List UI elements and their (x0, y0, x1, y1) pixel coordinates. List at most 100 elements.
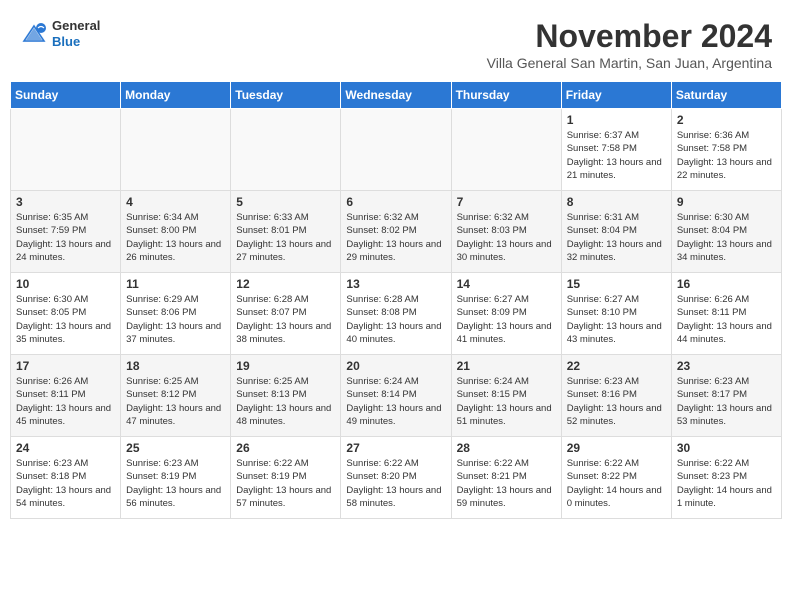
day-number: 18 (126, 359, 225, 373)
calendar-cell: 16 Sunrise: 6:26 AMSunset: 8:11 PMDayligh… (671, 273, 781, 355)
day-info: Sunrise: 6:24 AMSunset: 8:14 PMDaylight:… (346, 375, 445, 428)
calendar-cell: 1 Sunrise: 6:37 AMSunset: 7:58 PMDaylight… (561, 109, 671, 191)
logo-blue: Blue (52, 34, 100, 50)
calendar-cell: 3 Sunrise: 6:35 AMSunset: 7:59 PMDaylight… (11, 191, 121, 273)
day-number: 25 (126, 441, 225, 455)
day-info: Sunrise: 6:27 AMSunset: 8:09 PMDaylight:… (457, 293, 556, 346)
day-number: 20 (346, 359, 445, 373)
day-info: Sunrise: 6:30 AMSunset: 8:04 PMDaylight:… (677, 211, 776, 264)
day-number: 19 (236, 359, 335, 373)
day-info: Sunrise: 6:29 AMSunset: 8:06 PMDaylight:… (126, 293, 225, 346)
day-info: Sunrise: 6:27 AMSunset: 8:10 PMDaylight:… (567, 293, 666, 346)
calendar-cell: 12 Sunrise: 6:28 AMSunset: 8:07 PMDayligh… (231, 273, 341, 355)
day-info: Sunrise: 6:22 AMSunset: 8:21 PMDaylight:… (457, 457, 556, 510)
calendar-week-4: 24 Sunrise: 6:23 AMSunset: 8:18 PMDayligh… (11, 437, 782, 519)
day-info: Sunrise: 6:33 AMSunset: 8:01 PMDaylight:… (236, 211, 335, 264)
day-number: 4 (126, 195, 225, 209)
calendar-table: SundayMondayTuesdayWednesdayThursdayFrid… (10, 81, 782, 519)
day-info: Sunrise: 6:23 AMSunset: 8:16 PMDaylight:… (567, 375, 666, 428)
calendar-week-0: 1 Sunrise: 6:37 AMSunset: 7:58 PMDaylight… (11, 109, 782, 191)
day-number: 10 (16, 277, 115, 291)
calendar-cell: 25Sunrise: 6:23 AMSunset: 8:19 PMDayligh… (121, 437, 231, 519)
calendar-cell (121, 109, 231, 191)
calendar-week-3: 17 Sunrise: 6:26 AMSunset: 8:11 PMDayligh… (11, 355, 782, 437)
calendar-cell: 2Sunrise: 6:36 AMSunset: 7:58 PMDaylight… (671, 109, 781, 191)
calendar-cell (11, 109, 121, 191)
calendar-cell: 22 Sunrise: 6:23 AMSunset: 8:16 PMDayligh… (561, 355, 671, 437)
title-section: November 2024 Villa General San Martin, … (487, 18, 772, 71)
day-number: 30 (677, 441, 776, 455)
day-number: 23 (677, 359, 776, 373)
calendar-cell: 10Sunrise: 6:30 AMSunset: 8:05 PMDayligh… (11, 273, 121, 355)
calendar-cell: 13 Sunrise: 6:28 AMSunset: 8:08 PMDayligh… (341, 273, 451, 355)
day-number: 11 (126, 277, 225, 291)
calendar-cell: 29Sunrise: 6:22 AMSunset: 8:22 PMDayligh… (561, 437, 671, 519)
weekday-header-wednesday: Wednesday (341, 82, 451, 109)
weekday-header-saturday: Saturday (671, 82, 781, 109)
calendar-cell: 8 Sunrise: 6:31 AMSunset: 8:04 PMDaylight… (561, 191, 671, 273)
day-info: Sunrise: 6:24 AMSunset: 8:15 PMDaylight:… (457, 375, 556, 428)
calendar-cell (341, 109, 451, 191)
calendar-cell: 18 Sunrise: 6:25 AMSunset: 8:12 PMDayligh… (121, 355, 231, 437)
calendar-cell: 27 Sunrise: 6:22 AMSunset: 8:20 PMDayligh… (341, 437, 451, 519)
day-info: Sunrise: 6:23 AMSunset: 8:18 PMDaylight:… (16, 457, 115, 510)
weekday-header-tuesday: Tuesday (231, 82, 341, 109)
day-info: Sunrise: 6:25 AMSunset: 8:12 PMDaylight:… (126, 375, 225, 428)
logo-text: General Blue (52, 18, 100, 49)
day-info: Sunrise: 6:31 AMSunset: 8:04 PMDaylight:… (567, 211, 666, 264)
day-info: Sunrise: 6:22 AMSunset: 8:20 PMDaylight:… (346, 457, 445, 510)
day-info: Sunrise: 6:23 AMSunset: 8:17 PMDaylight:… (677, 375, 776, 428)
calendar-cell: 24 Sunrise: 6:23 AMSunset: 8:18 PMDayligh… (11, 437, 121, 519)
day-number: 5 (236, 195, 335, 209)
calendar-cell: 26 Sunrise: 6:22 AMSunset: 8:19 PMDayligh… (231, 437, 341, 519)
calendar-cell (451, 109, 561, 191)
weekday-header-friday: Friday (561, 82, 671, 109)
weekday-row: SundayMondayTuesdayWednesdayThursdayFrid… (11, 82, 782, 109)
day-info: Sunrise: 6:28 AMSunset: 8:08 PMDaylight:… (346, 293, 445, 346)
day-info: Sunrise: 6:32 AMSunset: 8:03 PMDaylight:… (457, 211, 556, 264)
day-info: Sunrise: 6:28 AMSunset: 8:07 PMDaylight:… (236, 293, 335, 346)
day-number: 9 (677, 195, 776, 209)
day-number: 1 (567, 113, 666, 127)
day-info: Sunrise: 6:25 AMSunset: 8:13 PMDaylight:… (236, 375, 335, 428)
day-number: 16 (677, 277, 776, 291)
day-number: 12 (236, 277, 335, 291)
page-header: General Blue November 2024 Villa General… (10, 10, 782, 75)
calendar-cell: 15Sunrise: 6:27 AMSunset: 8:10 PMDayligh… (561, 273, 671, 355)
logo-general: General (52, 18, 100, 34)
day-number: 17 (16, 359, 115, 373)
weekday-header-thursday: Thursday (451, 82, 561, 109)
day-number: 28 (457, 441, 556, 455)
day-number: 13 (346, 277, 445, 291)
day-number: 8 (567, 195, 666, 209)
day-number: 2 (677, 113, 776, 127)
calendar-cell: 19 Sunrise: 6:25 AMSunset: 8:13 PMDayligh… (231, 355, 341, 437)
logo: General Blue (20, 18, 100, 49)
calendar-cell: 6Sunrise: 6:32 AMSunset: 8:02 PMDaylight… (341, 191, 451, 273)
calendar-cell: 30Sunrise: 6:22 AMSunset: 8:23 PMDayligh… (671, 437, 781, 519)
day-number: 27 (346, 441, 445, 455)
day-number: 14 (457, 277, 556, 291)
day-number: 7 (457, 195, 556, 209)
day-info: Sunrise: 6:37 AMSunset: 7:58 PMDaylight:… (567, 129, 666, 182)
day-number: 24 (16, 441, 115, 455)
calendar-cell: 17 Sunrise: 6:26 AMSunset: 8:11 PMDayligh… (11, 355, 121, 437)
day-number: 26 (236, 441, 335, 455)
day-info: Sunrise: 6:26 AMSunset: 8:11 PMDaylight:… (16, 375, 115, 428)
day-number: 22 (567, 359, 666, 373)
day-info: Sunrise: 6:26 AMSunset: 8:11 PMDaylight:… (677, 293, 776, 346)
weekday-header-monday: Monday (121, 82, 231, 109)
day-info: Sunrise: 6:32 AMSunset: 8:02 PMDaylight:… (346, 211, 445, 264)
calendar-cell: 9 Sunrise: 6:30 AMSunset: 8:04 PMDaylight… (671, 191, 781, 273)
calendar-cell (231, 109, 341, 191)
day-info: Sunrise: 6:34 AMSunset: 8:00 PMDaylight:… (126, 211, 225, 264)
month-title: November 2024 (487, 18, 772, 55)
calendar-cell: 28 Sunrise: 6:22 AMSunset: 8:21 PMDayligh… (451, 437, 561, 519)
calendar-week-2: 10Sunrise: 6:30 AMSunset: 8:05 PMDayligh… (11, 273, 782, 355)
day-number: 21 (457, 359, 556, 373)
day-number: 3 (16, 195, 115, 209)
calendar-cell: 23 Sunrise: 6:23 AMSunset: 8:17 PMDayligh… (671, 355, 781, 437)
day-info: Sunrise: 6:22 AMSunset: 8:19 PMDaylight:… (236, 457, 335, 510)
day-info: Sunrise: 6:22 AMSunset: 8:22 PMDaylight:… (567, 457, 666, 510)
day-info: Sunrise: 6:35 AMSunset: 7:59 PMDaylight:… (16, 211, 115, 264)
